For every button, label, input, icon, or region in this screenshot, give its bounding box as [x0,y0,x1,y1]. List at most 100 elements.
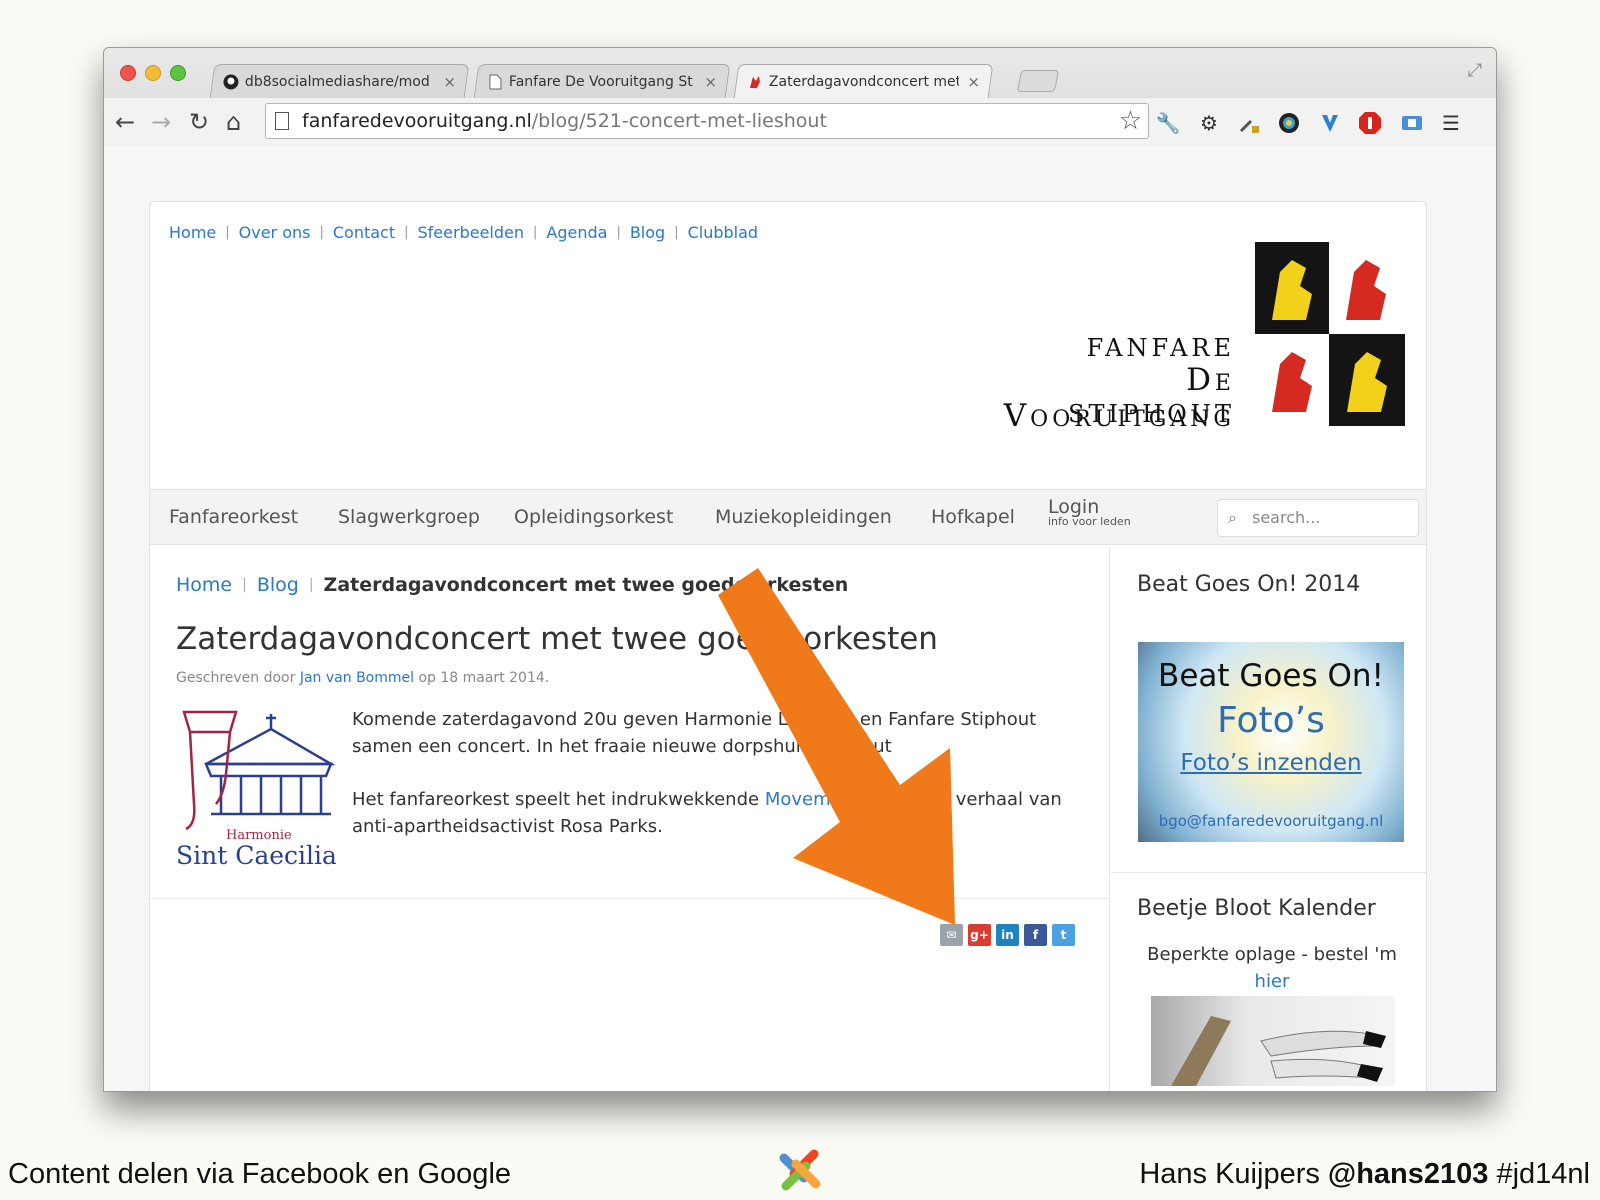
top-nav: Home | Over ons | Contact | Sfeerbeelden | A… [169,223,758,242]
tab-github[interactable]: db8socialmediashare/mod × [209,64,470,98]
url-host: fanfaredevooruitgang.nl [302,110,532,132]
event-hashtag: #jd14nl [1496,1158,1590,1190]
tab-close-icon[interactable]: × [704,73,717,91]
logo-line-stiphout: STIPHOUT [1068,400,1235,428]
search-icon: ⌕ [1228,508,1237,527]
fullscreen-icon[interactable]: ⤢ [1468,60,1482,81]
byline-author[interactable]: Jan van Bommel [300,670,414,686]
breadcrumb-separator: | [242,577,247,593]
nav-separator: | [404,225,409,240]
breadcrumb-blog[interactable]: Blog [257,574,299,596]
mainnav-login[interactable]: Login info voor leden [1048,496,1131,528]
sidebar: Beat Goes On! 2014 Beat Goes On! Foto’s … [1111,546,1426,1091]
email-icon[interactable]: ✉ [940,924,963,946]
search-placeholder: search... [1252,508,1321,527]
page-icon [487,74,503,90]
topnav-home[interactable]: Home [169,223,216,242]
topnav-contact[interactable]: Contact [333,223,395,242]
home-icon[interactable]: ⌂ [226,107,241,137]
article-paragraph-1: Komende zaterdagavond 20u geven Harmonie… [352,709,1037,757]
bgo-banner-inzenden-link[interactable]: Foto’s inzenden [1138,750,1404,776]
calendar-photo[interactable] [1151,996,1395,1086]
new-tab-button[interactable] [1016,70,1060,92]
paragraph-2-text: Het fanfareorkest speelt het indrukwekke… [352,789,760,810]
forward-icon[interactable]: → [151,107,171,137]
bgo-banner[interactable]: Beat Goes On! Foto’s Foto’s inzenden bgo… [1138,642,1404,842]
url-path: /blog/521-concert-met-lieshout [531,110,827,132]
social-share-bar: ✉ g+ in f t [940,924,1075,946]
minimize-window-button[interactable] [145,65,161,81]
tab-title: Fanfare De Vooruitgang St [508,73,693,90]
bgo-banner-title: Beat Goes On! [1158,658,1384,694]
slide-author: Hans Kuijpers @hans2103 #jd14nl [1139,1158,1590,1191]
nav-separator: | [319,225,324,240]
byline-date: op 18 maart 2014. [418,670,550,686]
adblock-icon[interactable] [1357,110,1383,136]
bbk-text: Beperkte oplage - bestel 'm hier [1137,941,1407,995]
site-container: Home | Over ons | Contact | Sfeerbeelden | A… [149,201,1427,1091]
topnav-sfeerbeelden[interactable]: Sfeerbeelden [418,223,524,242]
linkedin-icon[interactable]: in [996,924,1019,946]
mainnav-opleidingsorkest[interactable]: Opleidingsorkest [514,506,673,528]
screen-extension-icon[interactable] [1399,110,1425,136]
tab-close-icon[interactable]: × [443,73,456,91]
byline-prefix: Geschreven door [176,670,296,686]
close-window-button[interactable] [120,65,136,81]
article-paragraph-2: Het fanfareorkest speelt het indrukwekke… [352,786,1082,840]
topnav-agenda[interactable]: Agenda [546,223,607,242]
topnav-clubblad[interactable]: Clubblad [688,223,758,242]
topnav-over-ons[interactable]: Over ons [239,223,311,242]
eyedropper-icon[interactable] [1236,110,1262,136]
facebook-icon[interactable]: f [1024,924,1047,946]
pavilion-icon: Harmonie Sint Caecilia [176,710,336,869]
bbk-heading: Beetje Bloot Kalender [1137,896,1376,921]
zoom-window-button[interactable] [170,65,186,81]
main-nav: Fanfareorkest Slagwerkgroep Opleidingsor… [150,489,1426,545]
bookmark-star-icon[interactable]: ☆ [1119,104,1142,138]
back-icon[interactable]: ← [115,107,135,137]
mainnav-muziekopleidingen[interactable]: Muziekopleidingen [715,506,892,528]
bbk-order-link[interactable]: hier [1137,968,1407,995]
v-extension-icon[interactable] [1317,110,1343,136]
login-sublabel: info voor leden [1048,515,1131,528]
harmonie-logo-image: Harmonie Sint Caecilia [176,704,336,869]
article-column: Home | Blog | Zaterdagavondconcert met t… [150,546,1110,1091]
joomla-logo-icon [770,1140,830,1200]
movement-rosa-link[interactable]: Movement Rosa [765,789,909,810]
breadcrumb-current: Zaterdagavondconcert met twee goede orke… [323,574,849,596]
wrench-icon[interactable]: 🔧 [1155,110,1181,136]
author-name: Hans Kuijpers [1139,1158,1320,1190]
color-wheel-icon[interactable] [1276,110,1302,136]
browser-window: db8socialmediashare/mod × Fanfare De Voo… [103,47,1497,1092]
twitter-icon[interactable]: t [1052,924,1075,946]
tab-zaterdagavondconcert[interactable]: Zaterdagavondconcert met × [733,64,994,98]
bgo-banner-fotos: Foto’s [1217,700,1325,741]
calendar-photo-image [1171,1016,1386,1086]
bbk-description: Beperkte oplage - bestel 'm [1147,944,1397,965]
mainnav-fanfareorkest[interactable]: Fanfareorkest [169,506,298,528]
article-title: Zaterdagavondconcert met twee goede orke… [176,621,938,657]
tab-title: db8socialmediashare/mod [244,73,430,90]
github-icon [223,74,239,90]
tab-fanfare[interactable]: Fanfare De Vooruitgang St × [473,64,731,98]
page-viewport: Home | Over ons | Contact | Sfeerbeelden | A… [104,146,1496,1091]
breadcrumb-home[interactable]: Home [176,574,232,596]
tab-close-icon[interactable]: × [967,73,980,91]
page-icon [275,112,289,130]
reload-icon[interactable]: ↻ [189,107,209,137]
nav-separator: | [674,225,679,240]
gear-icon[interactable]: ⚙ [1196,110,1222,136]
logo-line-fanfare: FANFARE [1086,334,1235,362]
nav-separator: | [225,225,230,240]
google-plus-icon[interactable]: g+ [968,924,991,946]
site-logo[interactable]: FANFARE De Vooruitgang STIPHOUT [950,242,1410,434]
article-body: Komende zaterdagavond 20u geven Harmonie… [352,706,1082,866]
breadcrumb: Home | Blog | Zaterdagavondconcert met t… [176,574,848,596]
search-input[interactable]: ⌕ search... [1217,499,1419,537]
mainnav-hofkapel[interactable]: Hofkapel [931,506,1015,528]
address-bar[interactable]: fanfaredevooruitgang.nl/blog/521-concert… [265,103,1149,139]
mainnav-slagwerkgroep[interactable]: Slagwerkgroep [338,506,480,528]
menu-icon[interactable]: ☰ [1438,110,1464,136]
tab-title: Zaterdagavondconcert met [768,73,960,90]
topnav-blog[interactable]: Blog [630,223,665,242]
